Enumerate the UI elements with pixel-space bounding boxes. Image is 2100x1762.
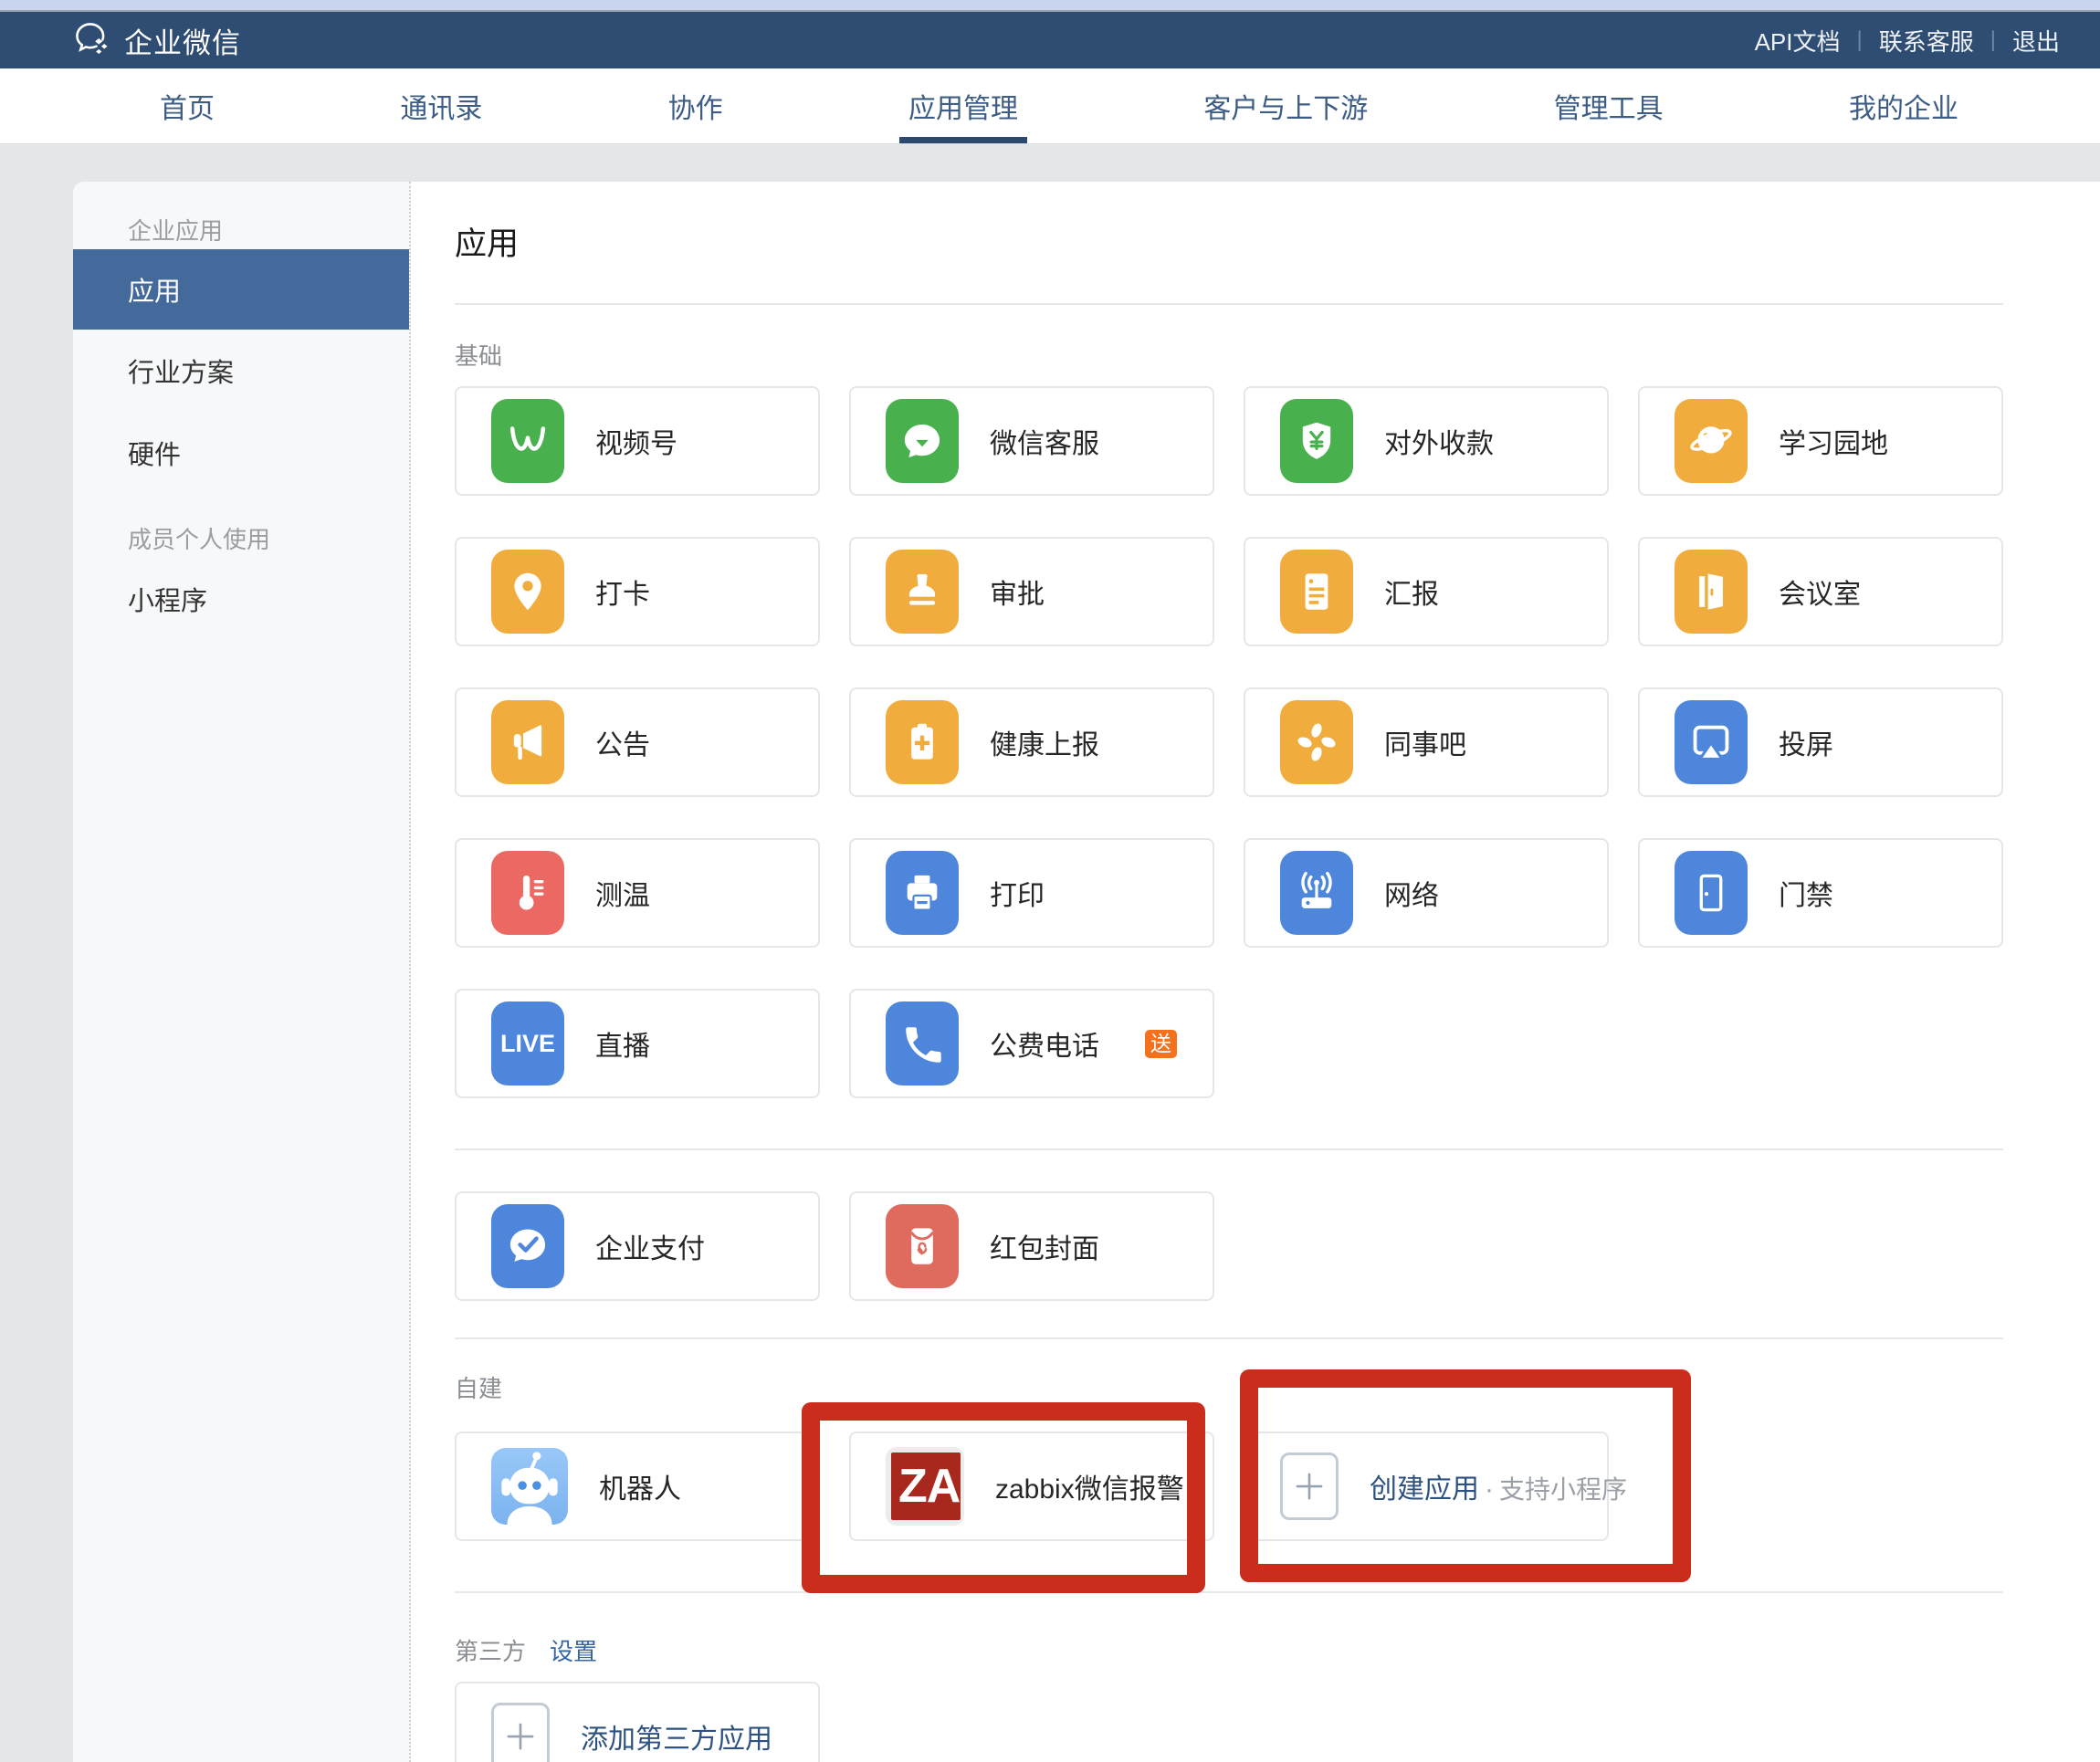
payment-shield-icon: [1280, 399, 1353, 483]
topbar-links: API文档 | 联系客服 | 退出: [1755, 24, 2060, 58]
create-app-suffix: 支持小程序: [1499, 1475, 1627, 1504]
app-card-channels[interactable]: 视频号: [455, 386, 820, 496]
red-packet-icon: [886, 1204, 959, 1288]
wecom-admin-screen: 企业微信 API文档 | 联系客服 | 退出 首页 通讯录 协作 应用管理 客户…: [0, 0, 2100, 1762]
sidebar-item-hardware[interactable]: 硬件: [73, 412, 409, 494]
app-card-collect-payment[interactable]: 对外收款: [1244, 386, 1609, 496]
page-body: 企业应用 应用 行业方案 硬件 成员个人使用 小程序 应用 基础 视频号: [0, 144, 2100, 1762]
health-kit-icon: [886, 700, 959, 784]
group-label-third-party: 第三方: [455, 1633, 526, 1667]
third-party-settings-link[interactable]: 设置: [550, 1633, 597, 1667]
sidebar-item-mini-programs[interactable]: 小程序: [73, 558, 409, 640]
payment-apps-grid: 企业支付 红包封面: [455, 1191, 2003, 1301]
app-card-check-in[interactable]: 打卡: [455, 537, 820, 646]
megaphone-icon: [491, 700, 564, 784]
wecom-logo-icon: [71, 18, 111, 63]
nav-app-management[interactable]: 应用管理: [899, 68, 1027, 143]
app-card-approval[interactable]: 审批: [849, 537, 1214, 646]
door-icon: [1675, 851, 1748, 935]
group-label-basic: 基础: [455, 338, 2003, 372]
plus-icon: [1280, 1453, 1339, 1520]
meeting-door-icon: [1675, 550, 1748, 634]
main-content: 应用 基础 视频号 微信客服: [411, 182, 2100, 1762]
cast-screen-icon: [1675, 700, 1748, 784]
app-card-print[interactable]: 打印: [849, 838, 1214, 948]
window-top-strip: [0, 0, 2100, 12]
api-docs-link[interactable]: API文档: [1755, 24, 1841, 58]
topbar: 企业微信 API文档 | 联系客服 | 退出: [0, 12, 2100, 68]
add-third-party-card[interactable]: 添加第三方应用: [455, 1682, 820, 1762]
link-separator: |: [1990, 27, 1996, 53]
custom-apps-grid: 机器人 ZA zabbix微信报警 创建应用·支持小程序: [455, 1432, 2003, 1541]
sidebar-section-personal-use: 成员个人使用: [73, 518, 409, 558]
third-party-grid: 添加第三方应用: [455, 1682, 2003, 1762]
chat-service-icon: [886, 399, 959, 483]
channels-icon: [491, 399, 564, 483]
app-card-report[interactable]: 汇报: [1244, 537, 1609, 646]
gift-badge: 送: [1145, 1030, 1177, 1058]
nav-admin-tools[interactable]: 管理工具: [1545, 68, 1673, 143]
app-card-colleagues[interactable]: 同事吧: [1244, 687, 1609, 797]
phone-icon: [886, 1002, 959, 1086]
group-label-custom: 自建: [455, 1370, 2003, 1404]
app-card-health-report[interactable]: 健康上报: [849, 687, 1214, 797]
stamp-icon: [886, 550, 959, 634]
app-card-temperature[interactable]: 测温: [455, 838, 820, 948]
app-card-red-packet[interactable]: 红包封面: [849, 1191, 1214, 1301]
planet-icon: [1675, 399, 1748, 483]
page-title: 应用: [455, 218, 2003, 265]
pay-check-icon: [491, 1204, 564, 1288]
zabbix-icon: ZA: [886, 1447, 964, 1526]
app-card-live[interactable]: LIVE 直播: [455, 989, 820, 1098]
nav-home[interactable]: 首页: [151, 68, 224, 143]
nav-collaboration[interactable]: 协作: [659, 68, 732, 143]
app-card-chat-service[interactable]: 微信客服: [849, 386, 1214, 496]
live-icon: LIVE: [491, 1002, 564, 1086]
divider: [455, 1591, 2003, 1593]
app-card-zabbix-alert[interactable]: ZA zabbix微信报警: [849, 1432, 1214, 1541]
app-card-network[interactable]: 网络: [1244, 838, 1609, 948]
report-doc-icon: [1280, 550, 1353, 634]
create-app-card[interactable]: 创建应用·支持小程序: [1244, 1432, 1609, 1541]
app-card-free-call[interactable]: 公费电话 送: [849, 989, 1214, 1098]
app-card-meeting-room[interactable]: 会议室: [1638, 537, 2003, 646]
brand-name: 企业微信: [124, 20, 241, 61]
printer-icon: [886, 851, 959, 935]
divider: [455, 1337, 2003, 1339]
sidebar-item-industry-solutions[interactable]: 行业方案: [73, 330, 409, 412]
main-nav: 首页 通讯录 协作 应用管理 客户与上下游 管理工具 我的企业: [0, 68, 2100, 144]
third-party-header: 第三方 设置: [455, 1633, 2003, 1667]
app-card-enterprise-pay[interactable]: 企业支付: [455, 1191, 820, 1301]
logout-link[interactable]: 退出: [2012, 24, 2060, 58]
divider: [455, 303, 2003, 305]
sidebar: 企业应用 应用 行业方案 硬件 成员个人使用 小程序: [73, 182, 411, 1762]
add-third-party-label: 添加第三方应用: [581, 1716, 772, 1757]
router-icon: [1280, 851, 1353, 935]
nav-my-company[interactable]: 我的企业: [1840, 68, 1968, 143]
divider: [455, 1148, 2003, 1150]
location-pin-icon: [491, 550, 564, 634]
nav-customers[interactable]: 客户与上下游: [1194, 68, 1377, 143]
sidebar-item-apps[interactable]: 应用: [73, 249, 409, 330]
app-card-robot[interactable]: 机器人: [455, 1432, 820, 1541]
plus-icon: [491, 1703, 550, 1762]
basic-apps-grid: 视频号 微信客服 对外收款: [455, 386, 2003, 1098]
app-card-door-access[interactable]: 门禁: [1638, 838, 2003, 948]
app-card-announcement[interactable]: 公告: [455, 687, 820, 797]
app-card-screen-cast[interactable]: 投屏: [1638, 687, 2003, 797]
nav-contacts[interactable]: 通讯录: [391, 68, 491, 143]
link-separator: |: [1857, 27, 1863, 53]
app-card-learning[interactable]: 学习园地: [1638, 386, 2003, 496]
contact-support-link[interactable]: 联系客服: [1879, 24, 1974, 58]
create-app-label: 创建应用: [1370, 1474, 1479, 1505]
sidebar-section-enterprise-apps: 企业应用: [73, 209, 409, 249]
brand: 企业微信: [71, 18, 241, 63]
thermometer-icon: [491, 851, 564, 935]
colleagues-icon: [1280, 700, 1353, 784]
robot-icon: [491, 1448, 568, 1525]
